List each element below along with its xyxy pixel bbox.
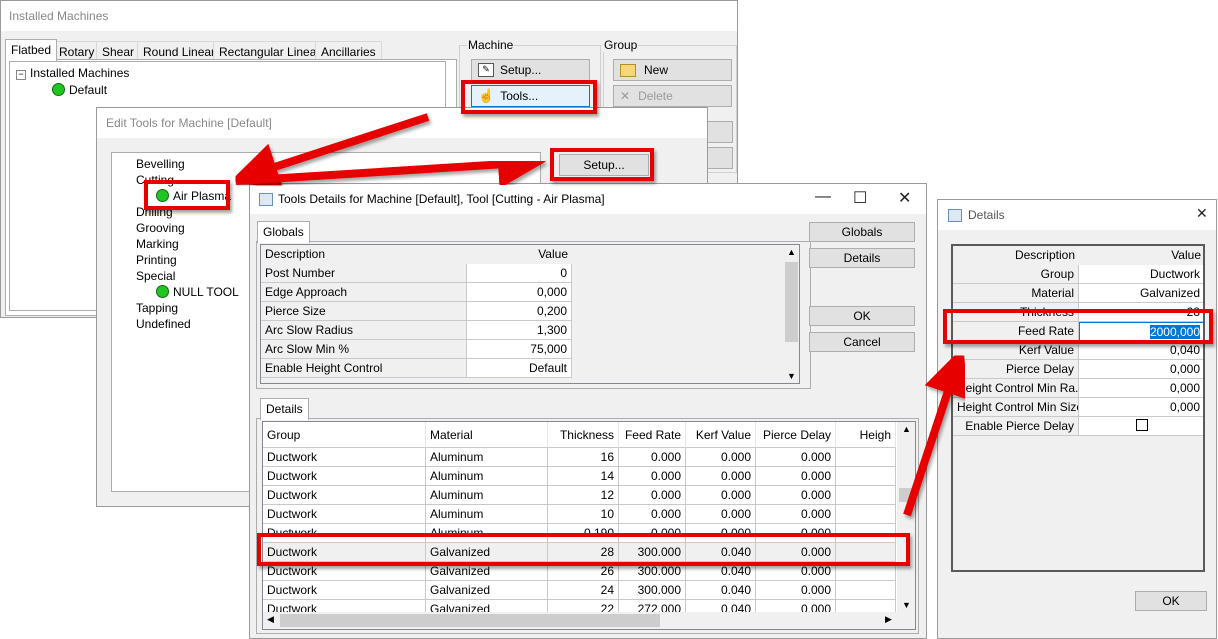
tab-globals[interactable]: Globals [257,221,310,243]
arrow-tools-to-air-plasma [230,113,430,190]
annotation-arrows [230,113,971,517]
tab-flatbed[interactable]: Flatbed [5,39,58,61]
tab-details[interactable]: Details [260,398,309,420]
arrow-row-to-feed-rate [903,347,971,517]
